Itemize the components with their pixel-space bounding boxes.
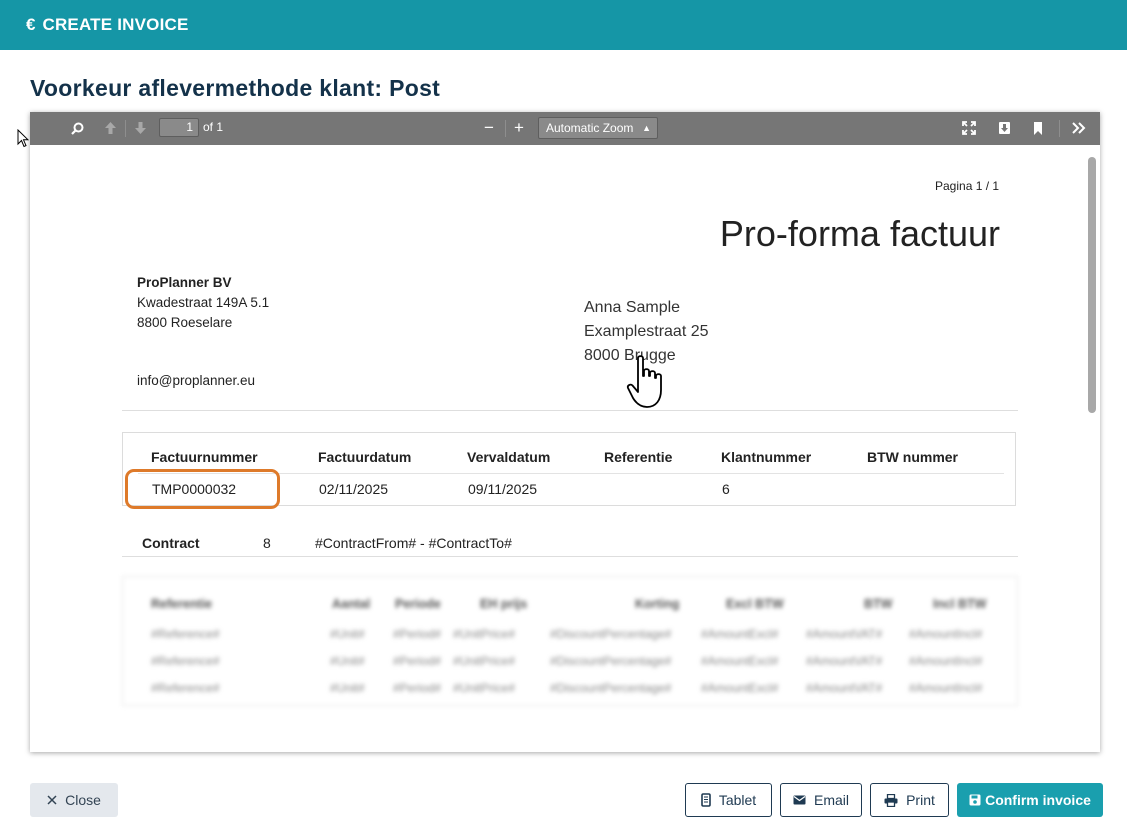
- confirm-invoice-label: Confirm invoice: [985, 792, 1091, 808]
- close-button[interactable]: Close: [30, 783, 118, 817]
- close-icon: [47, 795, 57, 805]
- contract-range: #ContractFrom# - #ContractTo#: [315, 535, 512, 551]
- lines-cell: #AmountExcl#: [701, 654, 779, 668]
- lines-cell: #UnitPrice#: [453, 681, 516, 695]
- search-icon[interactable]: [68, 118, 86, 138]
- recipient-name: Anna Sample: [584, 299, 681, 316]
- page-count: of 1: [203, 120, 224, 134]
- lines-header: EH prijs: [480, 597, 528, 611]
- printer-icon: [884, 793, 898, 807]
- download-icon[interactable]: [995, 118, 1013, 138]
- lines-cell: #AmountVAT#: [806, 681, 883, 695]
- bookmark-icon[interactable]: [1029, 118, 1047, 138]
- lines-cell: #AmountExcl#: [701, 627, 779, 641]
- sender-address: ProPlanner BV Kwadestraat 149A 5.1 8800 …: [137, 273, 269, 333]
- invoice-document: Pagina 1 / 1 Pro-forma factuur ProPlanne…: [30, 145, 1086, 752]
- confirm-invoice-button[interactable]: Confirm invoice: [957, 783, 1103, 817]
- header-factuurnummer: Factuurnummer: [151, 449, 258, 465]
- header-title: CREATE INVOICE: [42, 15, 189, 34]
- pdf-viewer: 1 of 1 − + Automatic Zoom ▲ Pagina 1 / 1…: [30, 112, 1100, 752]
- zoom-in-button[interactable]: +: [511, 118, 527, 138]
- save-icon: [969, 794, 981, 806]
- divider: [122, 556, 1018, 557]
- lines-header: BTW: [864, 597, 893, 611]
- page-indicator: Pagina 1 / 1: [935, 179, 1000, 193]
- lines-header: Incl BTW: [933, 597, 987, 611]
- lines-cell: #Unit#: [330, 654, 365, 668]
- envelope-icon: [793, 795, 806, 805]
- page-number-input[interactable]: 1: [159, 118, 199, 137]
- app-header: € CREATE INVOICE: [0, 0, 1127, 50]
- value-klantnummer: 6: [722, 481, 730, 497]
- email-button-label: Email: [813, 792, 849, 808]
- next-page-icon[interactable]: [131, 118, 149, 138]
- lines-cell: #UnitPrice#: [453, 654, 516, 668]
- toolbar-divider: [125, 120, 126, 137]
- previous-page-icon[interactable]: [101, 118, 119, 138]
- zoom-out-button[interactable]: −: [481, 118, 497, 138]
- sender-street: Kwadestraat 149A 5.1: [137, 295, 270, 310]
- value-factuurdatum: 02/11/2025: [319, 481, 389, 497]
- sender-city: 8800 Roeselare: [137, 315, 233, 330]
- viewer-scrollbar[interactable]: [1088, 157, 1096, 413]
- pdf-toolbar: 1 of 1 − + Automatic Zoom ▲: [30, 112, 1100, 145]
- value-vervaldatum: 09/11/2025: [468, 481, 538, 497]
- page-title: Voorkeur aflevermethode klant: Post: [30, 75, 441, 101]
- lines-cell: #AmountVAT#: [806, 627, 883, 641]
- divider: [122, 410, 1018, 411]
- toolbar-divider: [1059, 120, 1060, 137]
- sender-company: ProPlanner BV: [137, 275, 232, 290]
- header-referentie: Referentie: [604, 449, 673, 465]
- lines-cell: #AmountVAT#: [806, 654, 883, 668]
- recipient-street: Examplestraat 25: [584, 323, 709, 340]
- header-factuurdatum: Factuurdatum: [318, 449, 412, 465]
- lines-cell: #UnitPrice#: [453, 627, 516, 641]
- tablet-icon: [701, 793, 711, 807]
- lines-cell: #AmountIncl#: [909, 681, 983, 695]
- sender-email: info@proplanner.eu: [137, 373, 256, 388]
- header-btw-nummer: BTW nummer: [867, 449, 958, 465]
- contract-number: 8: [263, 535, 271, 551]
- lines-cell: #AmountIncl#: [909, 627, 983, 641]
- invoice-lines-table: Referentie Aantal Periode EH prijs Korti…: [122, 576, 1018, 706]
- toolbar-divider: [505, 120, 506, 137]
- header-klantnummer: Klantnummer: [721, 449, 812, 465]
- lines-header: Excl BTW: [726, 597, 784, 611]
- print-button-label: Print: [906, 792, 935, 808]
- lines-header: Periode: [395, 597, 441, 611]
- lines-cell: #DiscountPercentage#: [550, 627, 672, 641]
- more-tools-icon[interactable]: [1069, 118, 1089, 138]
- tablet-button[interactable]: Tablet: [685, 783, 772, 817]
- lines-header: Aantal: [332, 597, 371, 611]
- zoom-select[interactable]: Automatic Zoom ▲: [538, 117, 658, 139]
- euro-icon: €: [26, 15, 36, 34]
- hand-cursor-icon: [626, 354, 666, 417]
- lines-cell: #Unit#: [330, 681, 365, 695]
- presentation-mode-icon[interactable]: [960, 118, 978, 138]
- lines-cell: #Period#: [393, 681, 442, 695]
- lines-cell: #Reference#: [151, 627, 220, 641]
- contract-label: Contract: [142, 535, 200, 551]
- lines-cell: #AmountExcl#: [701, 681, 779, 695]
- print-button[interactable]: Print: [870, 783, 949, 817]
- lines-cell: #DiscountPercentage#: [550, 654, 672, 668]
- header-vervaldatum: Vervaldatum: [467, 449, 551, 465]
- email-button[interactable]: Email: [780, 783, 862, 817]
- zoom-select-label: Automatic Zoom: [546, 121, 634, 135]
- lines-cell: #Reference#: [151, 681, 220, 695]
- arrow-cursor-icon: [17, 128, 30, 153]
- close-button-label: Close: [65, 792, 101, 808]
- lines-header: Korting: [635, 597, 680, 611]
- lines-cell: #Period#: [393, 627, 442, 641]
- lines-header: Referentie: [151, 597, 213, 611]
- tablet-button-label: Tablet: [718, 792, 757, 808]
- invoice-number-highlight: [125, 469, 280, 509]
- lines-cell: #Unit#: [330, 627, 365, 641]
- lines-cell: #Reference#: [151, 654, 220, 668]
- chevron-updown-icon: ▲: [642, 123, 651, 133]
- lines-cell: #AmountIncl#: [909, 654, 983, 668]
- lines-cell: #Period#: [393, 654, 442, 668]
- lines-cell: #DiscountPercentage#: [550, 681, 672, 695]
- document-title: Pro-forma factuur: [719, 213, 1000, 254]
